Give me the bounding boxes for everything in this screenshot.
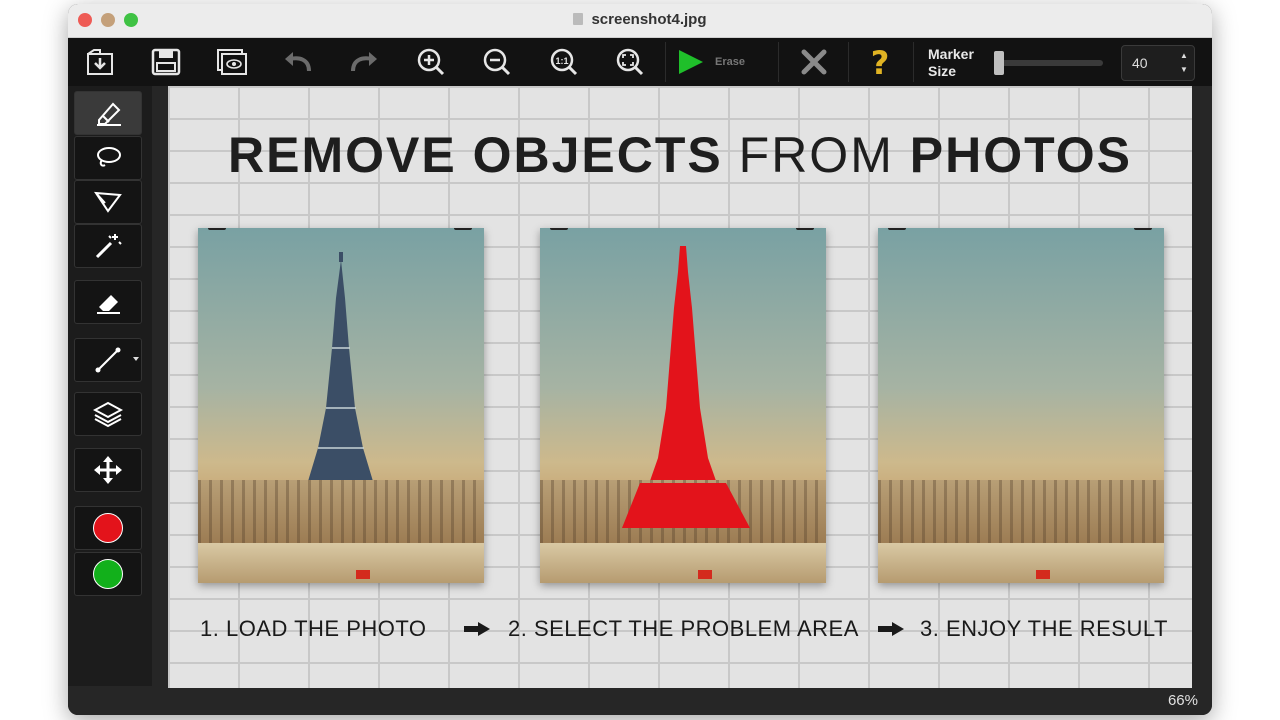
poster-selected — [540, 228, 826, 583]
window-title-text: screenshot4.jpg — [591, 11, 707, 28]
toolbar-separator — [778, 42, 779, 82]
red-awning — [1036, 570, 1050, 579]
actual-size-button[interactable]: 1:1 — [544, 44, 584, 80]
headline-part3: PHOTOS — [909, 127, 1132, 183]
step-select: 2. SELECT THE PROBLEM AREA — [508, 616, 859, 641]
canvas-headline: REMOVE OBJECTS FROM PHOTOS — [168, 126, 1192, 184]
app-window: screenshot4.jpg 1:1 Erase ? Marker Size … — [68, 4, 1212, 715]
city-foreground — [878, 543, 1164, 583]
lasso-tool[interactable] — [74, 136, 142, 180]
zoom-in-button[interactable] — [411, 44, 451, 80]
play-icon — [679, 50, 703, 74]
marker-label-line2: Size — [928, 63, 957, 79]
redo-button[interactable] — [344, 44, 384, 80]
eraser-tool[interactable] — [74, 280, 142, 324]
binder-clip — [1134, 228, 1152, 230]
poster-result — [878, 228, 1164, 583]
binder-clip — [550, 228, 568, 230]
document-icon — [573, 13, 584, 25]
marker-size-label: Marker Size — [928, 46, 974, 80]
step-enjoy: 3. ENJOY THE RESULT — [920, 616, 1168, 641]
help-button[interactable]: ? — [860, 44, 900, 80]
line-tool[interactable] — [74, 338, 142, 382]
svg-text:1:1: 1:1 — [555, 56, 568, 66]
help-icon: ? — [871, 46, 890, 78]
marker-label-line1: Marker — [928, 46, 974, 62]
open-button[interactable] — [80, 44, 120, 80]
erase-label: Erase — [715, 56, 745, 68]
layers-tool[interactable] — [74, 392, 142, 436]
red-awning — [356, 570, 370, 579]
binder-clip — [888, 228, 906, 230]
title-bar: screenshot4.jpg — [68, 4, 1212, 38]
fit-screen-icon — [616, 48, 644, 76]
move-icon — [94, 456, 122, 484]
toolbar-separator — [665, 42, 666, 82]
lasso-icon — [97, 147, 121, 167]
poster-original — [198, 228, 484, 583]
polygon-lasso-icon — [94, 191, 122, 213]
save-icon — [151, 48, 181, 76]
close-icon — [801, 49, 827, 75]
actual-size-icon: 1:1 — [550, 48, 578, 76]
open-icon — [87, 49, 113, 75]
polygonal-lasso-tool[interactable] — [74, 180, 142, 224]
marker-tool[interactable] — [74, 91, 142, 135]
binder-clip — [796, 228, 814, 230]
zoom-level: 66% — [1167, 692, 1198, 709]
marker-icon — [97, 102, 121, 126]
eiffel-tower-selection-base — [622, 483, 750, 528]
toolbar-separator — [913, 42, 914, 82]
preview-icon — [217, 49, 247, 75]
marker-size-stepper[interactable]: 40 ▲ ▼ — [1121, 45, 1195, 81]
window-title: screenshot4.jpg — [68, 11, 1212, 28]
marker-size-slider[interactable] — [998, 60, 1103, 66]
green-color-button[interactable] — [74, 552, 142, 596]
city-foreground — [198, 543, 484, 583]
status-bar: 66% — [68, 688, 1212, 715]
undo-icon — [285, 52, 311, 72]
preview-button[interactable] — [212, 44, 252, 80]
binder-clip — [208, 228, 226, 230]
zoom-out-icon — [483, 48, 511, 76]
headline-part2: FROM — [738, 127, 894, 183]
image-canvas[interactable]: REMOVE OBJECTS FROM PHOTOS 1. LOAD THE P… — [168, 86, 1192, 688]
chevron-down-icon[interactable] — [133, 357, 139, 361]
red-color-swatch — [93, 513, 123, 543]
stepper-up-icon[interactable]: ▲ — [1178, 50, 1190, 62]
cancel-button[interactable] — [794, 44, 834, 80]
marker-size-value[interactable]: 40 — [1132, 55, 1148, 71]
move-tool[interactable] — [74, 448, 142, 492]
magic-wand-icon — [95, 234, 122, 259]
tools-panel — [68, 86, 152, 686]
magic-wand-tool[interactable] — [74, 224, 142, 268]
undo-button[interactable] — [278, 44, 318, 80]
layers-icon — [93, 401, 123, 428]
headline-part1: REMOVE OBJECTS — [228, 127, 723, 183]
step-load: 1. LOAD THE PHOTO — [200, 616, 427, 641]
toolbar: 1:1 Erase ? Marker Size 40 ▲ ▼ — [68, 38, 1212, 86]
svg-text:?: ? — [871, 46, 890, 78]
save-button[interactable] — [146, 44, 186, 80]
green-color-swatch — [93, 559, 123, 589]
binder-clip — [454, 228, 472, 230]
erase-button[interactable]: Erase — [675, 44, 763, 80]
line-icon — [95, 347, 121, 373]
zoom-out-button[interactable] — [477, 44, 517, 80]
arrow-right-icon — [464, 622, 490, 636]
eraser-icon — [97, 295, 120, 314]
arrow-right-icon — [878, 622, 904, 636]
marker-size-slider-thumb[interactable] — [994, 51, 1004, 75]
red-color-button[interactable] — [74, 506, 142, 550]
redo-icon — [351, 52, 377, 72]
fit-screen-button[interactable] — [610, 44, 650, 80]
zoom-in-icon — [417, 48, 445, 76]
stepper-down-icon[interactable]: ▼ — [1178, 64, 1190, 76]
toolbar-separator — [848, 42, 849, 82]
